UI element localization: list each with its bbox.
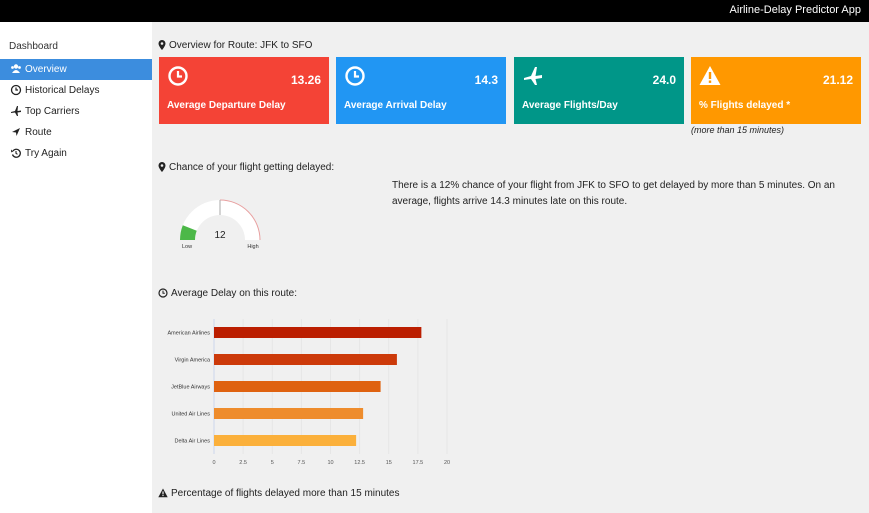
x-tick-label: 20 — [444, 460, 450, 464]
plane-icon — [524, 67, 542, 85]
card-value: 21.12 — [822, 73, 853, 87]
map-marker-icon — [158, 40, 166, 50]
card-label: Average Arrival Delay — [344, 100, 447, 111]
sidebar-item-label: Try Again — [25, 148, 67, 159]
bar — [214, 435, 357, 446]
chance-heading: Chance of your flight getting delayed: — [158, 162, 334, 173]
sidebar-item-historical-delays[interactable]: Historical Delays — [0, 80, 152, 101]
category-label: Delta Air Lines — [175, 439, 211, 445]
card-average-departure-delay: 13.26 Average Departure Delay — [159, 57, 329, 124]
card-label: % Flights delayed * — [699, 100, 791, 111]
bar — [214, 354, 397, 365]
x-tick-label: 0 — [212, 460, 215, 464]
sidebar-item-label: Top Carriers — [25, 106, 80, 117]
main-content: Overview for Route: JFK to SFO 13.26 Ave… — [152, 22, 869, 513]
category-label: American Airlines — [168, 331, 211, 337]
top-bar: Airline-Delay Predictor App — [0, 0, 869, 22]
sidebar-item-try-again[interactable]: Try Again — [0, 143, 152, 164]
bar — [214, 381, 381, 392]
sidebar: Dashboard Overview Historical Delays Top… — [0, 22, 152, 513]
x-tick-label: 10 — [327, 460, 333, 464]
bar — [214, 327, 422, 338]
card-average-flights-per-day: 24.0 Average Flights/Day — [514, 57, 684, 124]
pct-delayed-heading: Percentage of flights delayed more than … — [158, 488, 399, 499]
sidebar-item-label: Route — [25, 127, 52, 138]
map-marker-icon — [158, 162, 166, 172]
avg-delay-heading: Average Delay on this route: — [158, 288, 297, 299]
card-label: Average Departure Delay — [167, 100, 286, 111]
delay-description: There is a 12% chance of your flight fro… — [392, 180, 835, 207]
x-tick-label: 2.5 — [239, 460, 247, 464]
sidebar-item-top-carriers[interactable]: Top Carriers — [0, 101, 152, 122]
average-delay-chart: 0 2.5 5 7.5 10 12.5 15 17.5 20 American Airlines V… — [152, 314, 482, 483]
gauge-value: 12 — [214, 230, 226, 241]
sidebar-item-route[interactable]: Route — [0, 122, 152, 143]
category-label: JetBlue Airways — [171, 385, 210, 391]
sidebar-item-label: Historical Delays — [25, 85, 100, 96]
card-value: 13.26 — [290, 73, 321, 87]
clock-icon — [10, 84, 22, 96]
pct-delayed-title: Percentage of flights delayed more than … — [171, 488, 400, 499]
overview-heading: Overview for Route: JFK to SFO — [158, 40, 312, 51]
users-icon — [11, 64, 21, 73]
clock-icon — [168, 66, 188, 86]
x-tick-label: 5 — [271, 460, 274, 464]
card-value: 14.3 — [474, 73, 498, 87]
location-arrow-icon — [12, 128, 20, 136]
bar-chart-svg: 0 2.5 5 7.5 10 12.5 15 17.5 20 American Airlines V… — [168, 319, 450, 483]
x-tick-label: 17.5 — [413, 460, 424, 464]
sidebar-item-label: Overview — [25, 64, 67, 75]
avg-delay-title: Average Delay on this route: — [171, 288, 298, 299]
card-average-arrival-delay: 14.3 Average Arrival Delay — [336, 57, 506, 124]
card-label: Average Flights/Day — [522, 100, 618, 111]
warning-icon — [699, 66, 721, 85]
overview-title: Overview for Route: JFK to SFO — [169, 40, 313, 51]
category-label: Virgin America — [175, 358, 211, 364]
sidebar-item-overview[interactable]: Overview — [0, 59, 152, 80]
x-tick-label: 7.5 — [298, 460, 306, 464]
app-title: Airline-Delay Predictor App — [729, 4, 861, 16]
history-icon — [11, 148, 21, 158]
card-value: 24.0 — [652, 73, 676, 87]
x-tick-label: 15 — [386, 460, 392, 464]
clock-icon — [158, 288, 168, 298]
delay-gauge: 12 Low High — [170, 188, 270, 250]
clock-icon — [345, 66, 365, 86]
gauge-low-label: Low — [182, 244, 192, 250]
chance-title: Chance of your flight getting delayed: — [169, 162, 335, 173]
x-tick-label: 12.5 — [354, 460, 365, 464]
category-label: United Air Lines — [171, 412, 210, 418]
bar — [214, 408, 364, 419]
gauge-high-label: High — [247, 244, 258, 250]
warning-icon — [158, 488, 168, 498]
card-footnote: (more than 15 minutes) — [691, 125, 785, 135]
card-percent-flights-delayed: 21.12 % Flights delayed * — [691, 57, 861, 124]
sidebar-heading: Dashboard — [9, 41, 58, 52]
plane-icon — [11, 106, 21, 116]
